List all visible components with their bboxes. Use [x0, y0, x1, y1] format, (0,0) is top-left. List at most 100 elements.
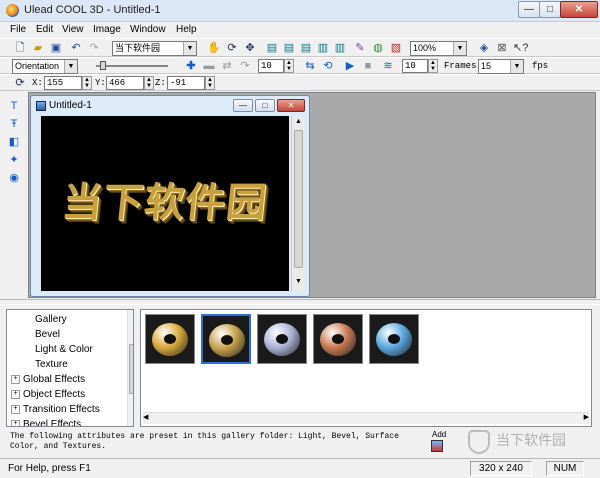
menu-edit[interactable]: Edit [36, 24, 53, 35]
timeline-slider[interactable] [88, 60, 176, 72]
scroll-down-icon[interactable]: ▼ [293, 276, 304, 288]
torus-preview [320, 323, 356, 356]
watermark-logo [468, 430, 490, 454]
text-object-select[interactable]: 当下软件园 ▼ [112, 41, 197, 56]
render-canvas[interactable]: 当下软件园 [41, 116, 289, 291]
menu-help[interactable]: Help [176, 24, 197, 35]
maximize-button[interactable]: □ [539, 1, 561, 18]
object-manager-icon[interactable]: ◉ [6, 170, 22, 186]
vertical-scrollbar[interactable]: ▲ ▼ [291, 116, 305, 291]
new-file-icon[interactable]: 🗋 [12, 40, 28, 56]
property-select[interactable]: Orientation ▼ [12, 59, 78, 74]
tree-item[interactable]: + Object Effects [11, 387, 85, 402]
x-spinner[interactable]: ▲ ▼ [82, 76, 92, 90]
help-pointer-icon[interactable]: ↖? [512, 40, 528, 56]
menu-file[interactable]: File [10, 24, 26, 35]
slider-thumb[interactable] [100, 61, 106, 70]
y-input[interactable]: 466 [106, 76, 144, 90]
scroll-thumb[interactable] [129, 344, 133, 394]
y-spinner[interactable]: ▲ ▼ [144, 76, 154, 90]
pingpong-icon[interactable]: ⟲ [320, 58, 336, 74]
horizontal-scrollbar[interactable]: ◀ ▶ [143, 412, 589, 424]
align-left-icon[interactable]: ▥ [315, 40, 331, 56]
edit-text-icon[interactable]: Ŧ [6, 116, 22, 132]
thumbnail-gold-torus[interactable] [145, 314, 195, 364]
thumbnail-copper-torus[interactable] [313, 314, 363, 364]
frame-input[interactable]: 10 [258, 59, 284, 73]
z-input[interactable]: -91 [167, 76, 205, 90]
frame-icon[interactable]: ▧ [388, 40, 404, 56]
scroll-right-icon[interactable]: ▶ [584, 413, 589, 421]
stop-icon[interactable]: ■ [360, 58, 376, 74]
tree-item[interactable]: + Bevel Effects [11, 417, 82, 427]
render-icon[interactable]: ◈ [476, 40, 492, 56]
zoom-select[interactable]: 100% ▼ [410, 41, 467, 56]
menu-view[interactable]: View [62, 24, 84, 35]
hand-move-icon[interactable]: ✋ [206, 40, 222, 56]
menu-window[interactable]: Window [130, 24, 166, 35]
doc-close-button[interactable]: ✕ [277, 99, 305, 112]
loop-icon[interactable]: ⇆ [302, 58, 318, 74]
tree-item[interactable]: Bevel [35, 327, 60, 342]
position-tool-icon[interactable]: ⟳ [12, 75, 28, 91]
text-object-value: 当下软件园 [115, 43, 161, 53]
torus-preview [209, 324, 245, 357]
doc-maximize-button[interactable]: □ [255, 99, 275, 112]
y-label: Y: [95, 78, 106, 88]
scroll-left-icon[interactable]: ◀ [143, 413, 148, 421]
tree-item[interactable]: + Transition Effects [11, 402, 100, 417]
insert-object-icon[interactable]: ✦ [6, 152, 22, 168]
doc-minimize-button[interactable]: — [233, 99, 253, 112]
expand-icon[interactable]: + [11, 374, 20, 384]
save-icon[interactable]: ▣ [48, 40, 64, 56]
expand-icon[interactable]: + [11, 404, 20, 414]
tree-item[interactable]: Light & Color [35, 342, 93, 357]
frames-input[interactable]: 10 [402, 59, 428, 73]
thumbnail-gold-rim-torus[interactable] [201, 314, 251, 364]
insert-shape-icon[interactable]: ◧ [6, 134, 22, 150]
redo-icon[interactable]: ↷ [86, 40, 102, 56]
thumbnail-blue-torus[interactable] [369, 314, 419, 364]
open-folder-icon[interactable]: ▰ [30, 40, 46, 56]
stop-render-icon[interactable]: ⊠ [494, 40, 510, 56]
menu-image[interactable]: Image [93, 24, 121, 35]
fps-select[interactable]: 15 ▼ [478, 59, 524, 74]
tree-scrollbar[interactable] [127, 310, 133, 426]
reverse-icon[interactable]: ⇄ [219, 58, 235, 74]
smooth-motion-icon[interactable]: ≋ [380, 58, 396, 74]
remove-keyframe-icon[interactable]: ▬ [201, 58, 217, 74]
tree-item[interactable]: Texture [35, 357, 68, 372]
frames-spinner[interactable]: ▲ ▼ [428, 59, 438, 73]
align-top-icon[interactable]: ▤ [264, 40, 280, 56]
scroll-up-icon[interactable]: ▲ [293, 116, 304, 128]
expand-icon[interactable]: + [11, 389, 20, 399]
x-input[interactable]: 155 [44, 76, 82, 90]
expand-icon[interactable]: + [11, 419, 20, 426]
tree-item[interactable]: Gallery [35, 312, 67, 327]
redo-keyframe-icon[interactable]: ↷ [237, 58, 253, 74]
add-to-gallery-icon[interactable] [431, 440, 443, 452]
panel-splitter[interactable] [0, 299, 600, 305]
tree-item[interactable]: + Global Effects [11, 372, 85, 387]
brush-icon[interactable]: ✎ [352, 40, 368, 56]
standard-toolbar: 🗋 ▰ ▣ ↶ ↷ 当下软件园 ▼ ✋ ⟳ ✥ ▤ ▤ ▤ ▥ ▥ ✎ ◍ ▧ 1… [0, 38, 600, 57]
tree-item-label: Bevel Effects [23, 419, 82, 427]
add-keyframe-icon[interactable]: ✚ [183, 58, 199, 74]
rendered-3d-text[interactable]: 当下软件园 [41, 170, 289, 228]
title-bar: Ulead COOL 3D - Untitled-1 — □ ✕ [0, 0, 600, 22]
align-bottom-icon[interactable]: ▤ [298, 40, 314, 56]
insert-text-icon[interactable]: T [6, 98, 22, 114]
close-button[interactable]: ✕ [560, 1, 598, 18]
undo-icon[interactable]: ↶ [68, 40, 84, 56]
rotate-tool-icon[interactable]: ⟳ [224, 40, 240, 56]
align-right-icon[interactable]: ▥ [332, 40, 348, 56]
minimize-button[interactable]: — [518, 1, 540, 18]
frame-spinner[interactable]: ▲ ▼ [284, 59, 294, 73]
thumbnail-chrome-torus[interactable] [257, 314, 307, 364]
play-icon[interactable]: ▶ [342, 58, 358, 74]
size-tool-icon[interactable]: ✥ [242, 40, 258, 56]
scroll-thumb[interactable] [294, 130, 303, 268]
z-spinner[interactable]: ▲ ▼ [205, 76, 215, 90]
align-middle-icon[interactable]: ▤ [281, 40, 297, 56]
globe-icon[interactable]: ◍ [370, 40, 386, 56]
